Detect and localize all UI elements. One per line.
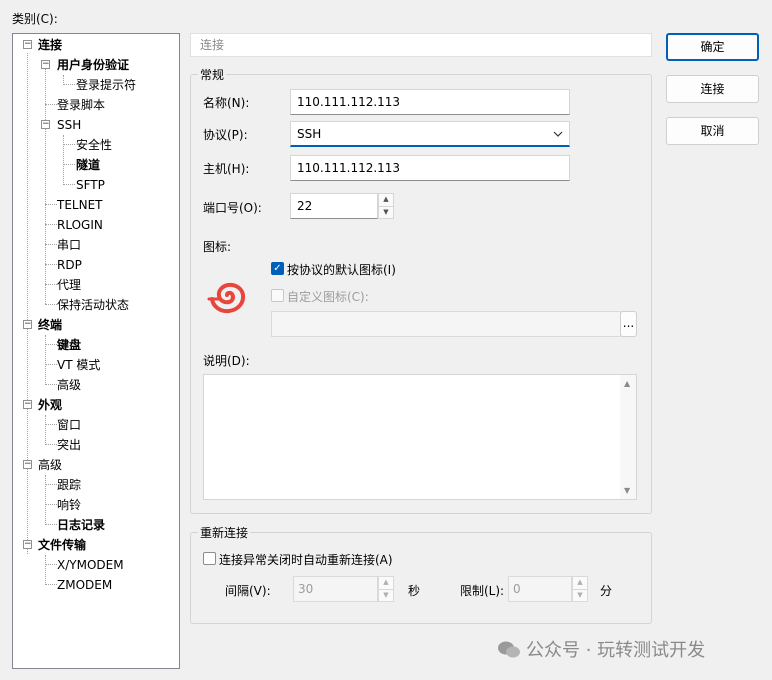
general-legend: 常规: [200, 68, 225, 82]
section-header: 连接: [190, 33, 652, 57]
port-spinner[interactable]: ▲ ▼: [378, 193, 394, 219]
watermark: 公众号 · 玩转测试开发: [498, 636, 705, 664]
host-field[interactable]: 110.111.112.113: [290, 155, 570, 181]
collapse-icon[interactable]: −: [41, 60, 50, 69]
name-label: 名称(N):: [203, 96, 250, 110]
description-scrollbar[interactable]: ▲ ▼: [620, 375, 636, 499]
custom-icon-path-field[interactable]: [271, 311, 621, 337]
spin-down-icon[interactable]: ▼: [573, 589, 587, 602]
collapse-icon[interactable]: −: [23, 540, 32, 549]
collapse-icon[interactable]: −: [23, 40, 32, 49]
description-label: 说明(D):: [203, 354, 250, 368]
port-label: 端口号(O):: [203, 201, 262, 215]
collapse-icon[interactable]: −: [23, 400, 32, 409]
interval-field[interactable]: 30: [293, 576, 378, 602]
chevron-down-icon: [553, 122, 563, 154]
cancel-button[interactable]: 取消: [666, 117, 759, 145]
spin-up-icon[interactable]: ▲: [379, 194, 393, 206]
spin-down-icon[interactable]: ▼: [379, 589, 393, 602]
default-icon-label: 按协议的默认图标(I): [287, 263, 396, 277]
auto-reconnect-checkbox[interactable]: [203, 552, 216, 565]
collapse-icon[interactable]: −: [23, 320, 32, 329]
reconnect-legend: 重新连接: [200, 526, 249, 540]
spin-down-icon[interactable]: ▼: [379, 206, 393, 219]
browse-button[interactable]: ...: [620, 311, 637, 337]
host-label: 主机(H):: [203, 162, 250, 176]
interval-unit: 秒: [408, 584, 421, 598]
reconnect-group: 重新连接: [190, 524, 652, 624]
protocol-label: 协议(P):: [203, 128, 248, 142]
connect-button[interactable]: 连接: [666, 75, 759, 103]
category-tree[interactable]: − − − − − − − 连接 用户身份验证 登录提示符 登录脚本 SSH 安…: [12, 33, 180, 669]
limit-spinner[interactable]: ▲ ▼: [572, 576, 588, 602]
collapse-icon[interactable]: −: [41, 120, 50, 129]
spin-up-icon[interactable]: ▲: [573, 577, 587, 589]
scroll-up-icon[interactable]: ▲: [624, 379, 630, 388]
auto-reconnect-label: 连接异常关闭时自动重新连接(A): [219, 553, 393, 567]
icon-label: 图标:: [203, 240, 232, 254]
interval-spinner[interactable]: ▲ ▼: [378, 576, 394, 602]
session-logo-icon: [207, 281, 249, 318]
wechat-icon: [498, 641, 520, 664]
limit-field[interactable]: 0: [508, 576, 572, 602]
limit-label: 限制(L):: [460, 584, 505, 598]
scroll-down-icon[interactable]: ▼: [624, 486, 630, 495]
custom-icon-checkbox[interactable]: [271, 289, 284, 302]
port-field[interactable]: 22: [290, 193, 378, 219]
default-icon-checkbox[interactable]: ✓: [271, 262, 284, 275]
protocol-value: SSH: [297, 127, 322, 141]
watermark-text: 公众号 · 玩转测试开发: [526, 640, 706, 661]
spin-up-icon[interactable]: ▲: [379, 577, 393, 589]
limit-unit: 分: [600, 584, 613, 598]
ok-button[interactable]: 确定: [666, 33, 759, 61]
custom-icon-label: 自定义图标(C):: [287, 290, 369, 304]
protocol-select[interactable]: SSH: [290, 121, 570, 147]
collapse-icon[interactable]: −: [23, 460, 32, 469]
description-textarea[interactable]: ▲ ▼: [203, 374, 637, 500]
interval-label: 间隔(V):: [225, 584, 271, 598]
name-field[interactable]: 110.111.112.113: [290, 89, 570, 115]
category-label: 类别(C):: [12, 12, 58, 26]
